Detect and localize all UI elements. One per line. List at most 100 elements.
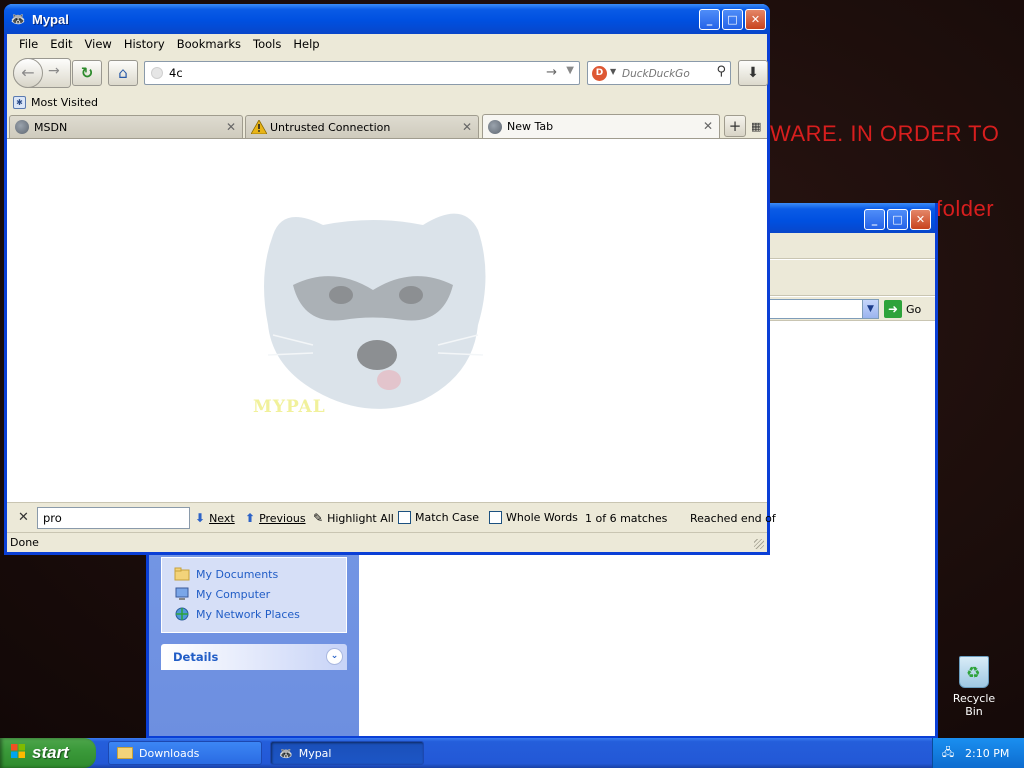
network-connection-icon[interactable]: 🖧 (941, 746, 955, 760)
page-favicon-icon (151, 67, 163, 79)
menu-history[interactable]: History (118, 37, 171, 51)
taskbar-button-downloads[interactable]: Downloads (108, 741, 262, 765)
plus-icon: + (728, 117, 742, 135)
forward-button[interactable]: → (48, 63, 60, 79)
clock[interactable]: 2:10 PM (965, 747, 1009, 760)
tab-label: Untrusted Connection (270, 120, 391, 134)
tab-close-icon[interactable]: ✕ (226, 120, 236, 134)
explorer-minimize-button[interactable]: _ (864, 209, 885, 230)
download-arrow-icon: ⬇ (747, 65, 759, 81)
menu-tools[interactable]: Tools (247, 37, 287, 51)
navigation-toolbar: ← → ↻ ⌂ → ▼ D ▼ ⚲ ⬇ (7, 55, 768, 91)
search-engine-dropdown-icon[interactable]: ▼ (610, 67, 616, 76)
task-label: My Network Places (196, 607, 300, 621)
url-bar[interactable]: → ▼ (144, 61, 580, 85)
url-input[interactable] (169, 64, 529, 82)
close-button[interactable]: ✕ (745, 9, 766, 30)
taskbar-button-label: Mypal (298, 746, 332, 760)
menu-edit[interactable]: Edit (44, 37, 78, 51)
search-icon[interactable]: ⚲ (716, 64, 726, 79)
folder-icon (174, 567, 190, 581)
recycle-bin[interactable]: Recycle Bin (944, 656, 1004, 718)
go-arrow-icon[interactable]: → (546, 65, 557, 80)
search-input[interactable] (622, 65, 710, 82)
chevron-down-icon[interactable]: ▼ (862, 300, 878, 318)
task-link-my-computer[interactable]: My Computer (162, 584, 346, 604)
taskbar-button-mypal[interactable]: 🦝 Mypal (270, 741, 424, 765)
find-bar: ✕ ⬇ Next ⬆ Previous ✎ Highlight All Matc… (7, 502, 776, 532)
tab-label: MSDN (34, 120, 68, 134)
reload-button[interactable]: ↻ (72, 60, 102, 86)
other-places-box: My Documents My Computer My Network Plac… (161, 557, 347, 633)
back-button[interactable]: ← (13, 58, 43, 88)
url-history-dropdown-icon[interactable]: ▼ (566, 65, 574, 76)
explorer-maximize-button[interactable]: □ (887, 209, 908, 230)
arrow-up-icon: ⬆ (245, 511, 256, 525)
explorer-window-controls: _ □ ✕ (864, 209, 931, 230)
arrow-down-icon: ⬇ (195, 511, 206, 525)
find-next-label: Next (209, 511, 235, 525)
tab-strip: MSDN ✕ Untrusted Connection ✕ New Tab ✕ … (7, 114, 767, 138)
task-link-my-network-places[interactable]: My Network Places (162, 604, 346, 624)
tab-new-tab[interactable]: New Tab ✕ (482, 114, 720, 138)
find-close-icon[interactable]: ✕ (18, 510, 29, 525)
menu-help[interactable]: Help (287, 37, 325, 51)
tab-close-icon[interactable]: ✕ (703, 119, 713, 133)
tab-close-icon[interactable]: ✕ (462, 120, 472, 134)
reload-icon: ↻ (80, 64, 94, 82)
page-content[interactable]: MYPAL (7, 138, 767, 502)
windows-flag-icon (10, 743, 26, 763)
most-visited-icon: ✱ (13, 95, 26, 109)
whole-words-checkbox[interactable]: Whole Words (489, 511, 578, 524)
system-tray: 🖧 2:10 PM (932, 738, 1024, 768)
explorer-close-button[interactable]: ✕ (910, 209, 931, 230)
menu-file[interactable]: File (13, 37, 44, 51)
highlight-all-button[interactable]: ✎ Highlight All (313, 511, 394, 525)
tab-groups-icon[interactable]: ▦ (751, 120, 761, 133)
find-status-text: Reached end of (690, 512, 776, 525)
raccoon-app-icon: 🦝 (10, 12, 26, 26)
window-title: Mypal (32, 11, 69, 27)
duckduckgo-icon[interactable]: D (592, 66, 607, 81)
highlighter-icon: ✎ (313, 511, 324, 525)
match-case-checkbox[interactable]: Match Case (398, 511, 479, 524)
downloads-button[interactable]: ⬇ (738, 60, 768, 86)
maximize-button[interactable]: □ (722, 9, 743, 30)
tab-msdn[interactable]: MSDN ✕ (9, 115, 243, 138)
start-label: start (32, 743, 69, 762)
new-tab-button[interactable]: + (724, 115, 746, 137)
find-input[interactable] (37, 507, 190, 529)
tab-untrusted-connection[interactable]: Untrusted Connection ✕ (245, 115, 479, 138)
checkbox-icon (398, 511, 411, 524)
menu-bookmarks[interactable]: Bookmarks (171, 37, 247, 51)
bookmarks-toolbar: ✱ Most Visited (7, 92, 767, 112)
find-previous-button[interactable]: ⬆ Previous (245, 511, 306, 525)
resize-grip-icon[interactable] (754, 539, 764, 549)
taskbar-button-label: Downloads (139, 746, 200, 760)
whole-words-label: Whole Words (506, 511, 578, 524)
menu-bar: File Edit View History Bookmarks Tools H… (7, 34, 767, 54)
mascot-label: MYPAL (253, 397, 326, 417)
taskbar: start Downloads 🦝 Mypal 🖧 2:10 PM (0, 738, 1024, 768)
go-label: Go (906, 302, 922, 316)
chevron-down-icon[interactable]: ⌄ (326, 648, 343, 665)
computer-icon (174, 587, 190, 601)
start-button[interactable]: start (0, 738, 96, 768)
minimize-button[interactable]: _ (699, 9, 720, 30)
browser-window[interactable]: 🦝 Mypal _ □ ✕ File Edit View History Boo… (4, 4, 776, 555)
raccoon-mascot-image (264, 213, 486, 409)
search-bar[interactable]: D ▼ ⚲ (587, 61, 731, 85)
menu-view[interactable]: View (79, 37, 118, 51)
go-arrow-icon: ➜ (884, 300, 902, 318)
explorer-address-input[interactable]: ▼ (759, 299, 879, 319)
details-section-header[interactable]: Details ⌄ (161, 644, 347, 670)
task-label: My Documents (196, 567, 279, 581)
status-bar: Done (7, 532, 767, 552)
find-next-button[interactable]: ⬇ Next (195, 511, 235, 525)
raccoon-app-icon: 🦝 (279, 746, 293, 760)
browser-title-bar[interactable]: 🦝 Mypal _ □ ✕ (4, 4, 770, 34)
explorer-go-button[interactable]: ➜ Go (884, 299, 921, 319)
bookmark-most-visited[interactable]: Most Visited (31, 96, 98, 109)
task-link-my-documents[interactable]: My Documents (162, 564, 346, 584)
home-button[interactable]: ⌂ (108, 60, 138, 86)
